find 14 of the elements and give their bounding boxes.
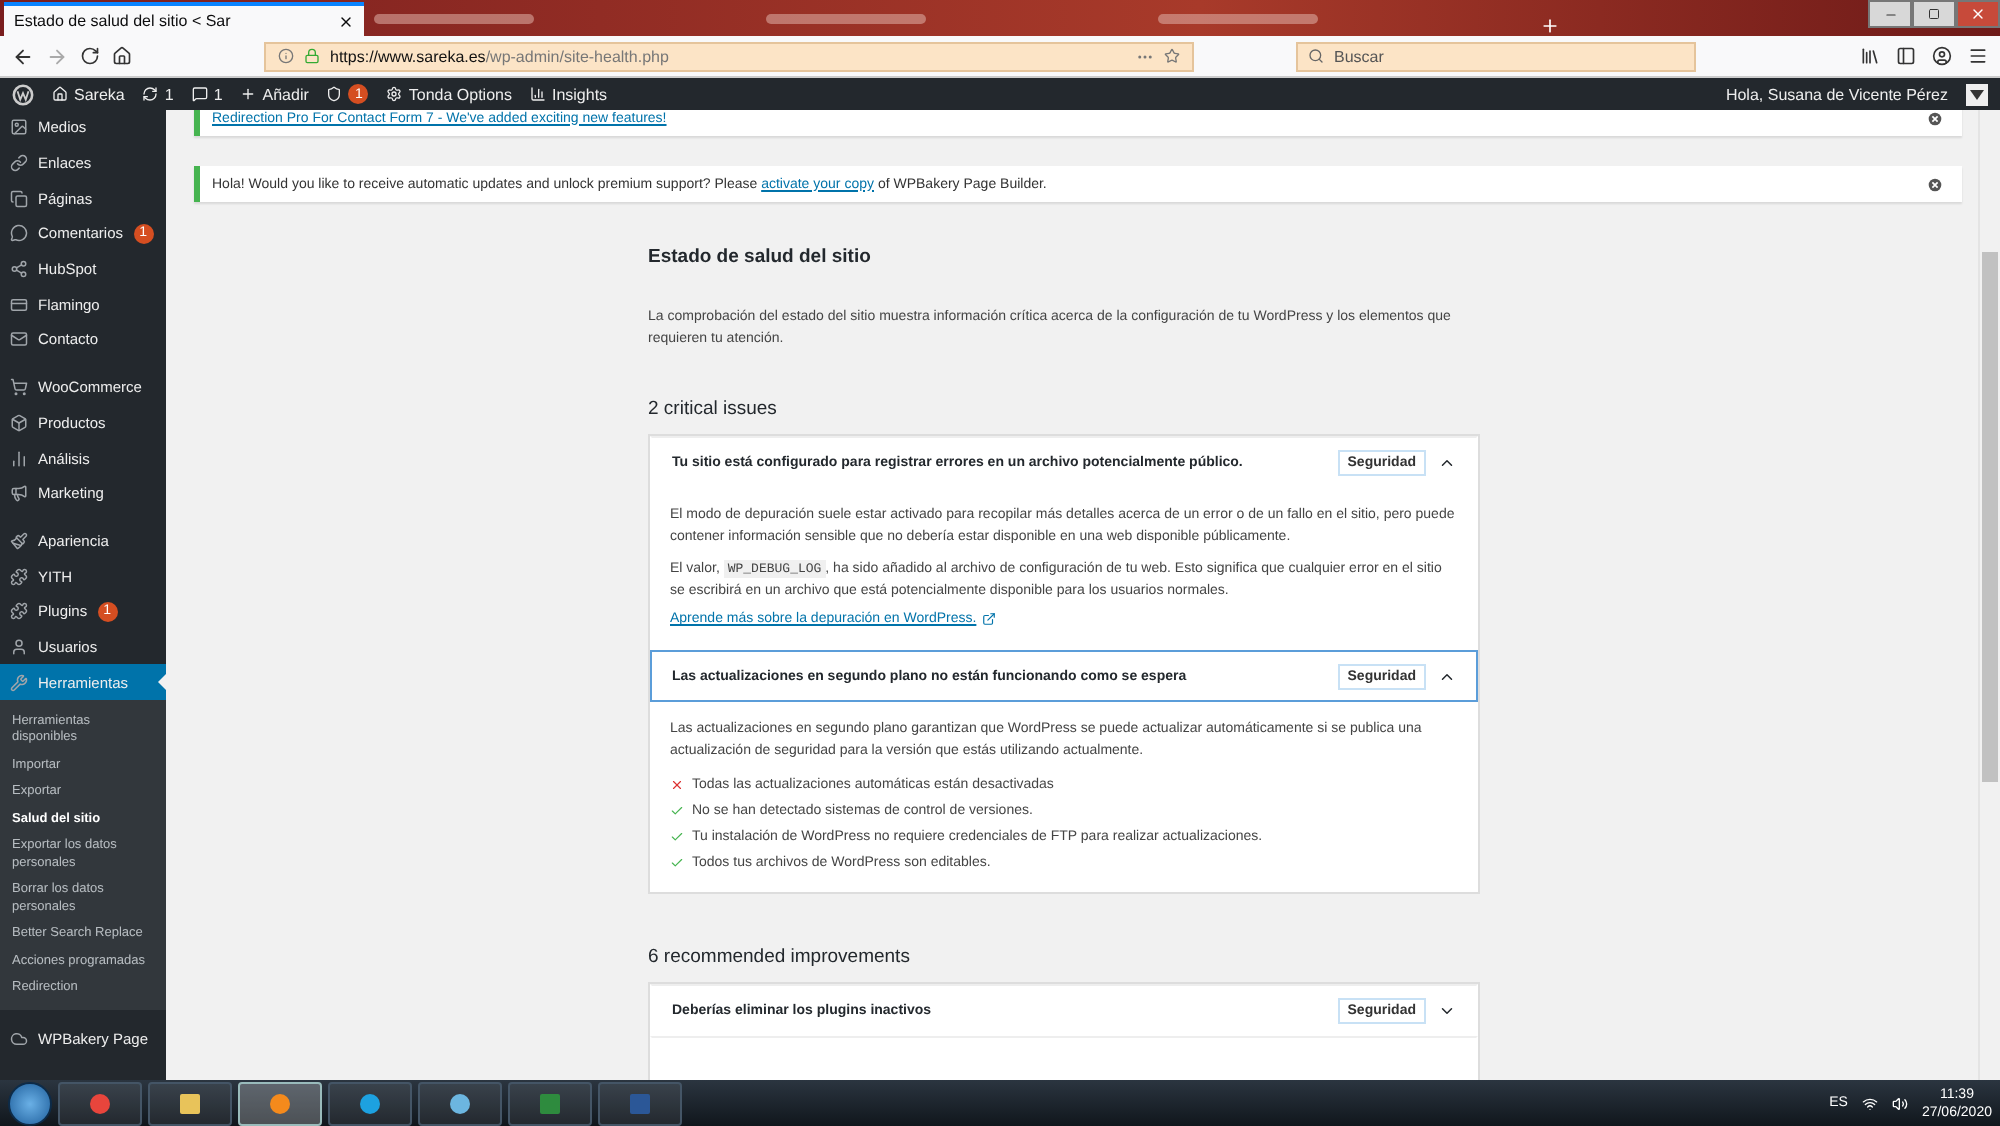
comments-link[interactable]: 1 (191, 85, 223, 103)
page-title: Estado de salud del sitio (648, 246, 873, 268)
search-field[interactable]: Buscar (1296, 41, 1696, 71)
address-field[interactable]: https://www.sareka.es/wp-admin/site-health.php (264, 41, 1194, 71)
section-heading: 2 critical issues (648, 398, 779, 420)
browser-tab[interactable]: Estado de salud del sitio < Sar (4, 2, 364, 36)
updates-link[interactable]: 1 (142, 85, 174, 103)
site-link[interactable]: Sareka (52, 85, 125, 103)
section-heading: 6 recommended improvements (648, 946, 912, 968)
add-new-link[interactable]: Añadir (240, 85, 309, 103)
insights-link[interactable]: Insights (529, 85, 608, 103)
theme-options-link[interactable]: Tonda Options (386, 85, 512, 103)
url-text: https://www.sareka.es/wp-admin/site-health.php (330, 47, 669, 65)
greeting[interactable]: Hola, Susana de Vicente Pérez (1725, 85, 1948, 103)
